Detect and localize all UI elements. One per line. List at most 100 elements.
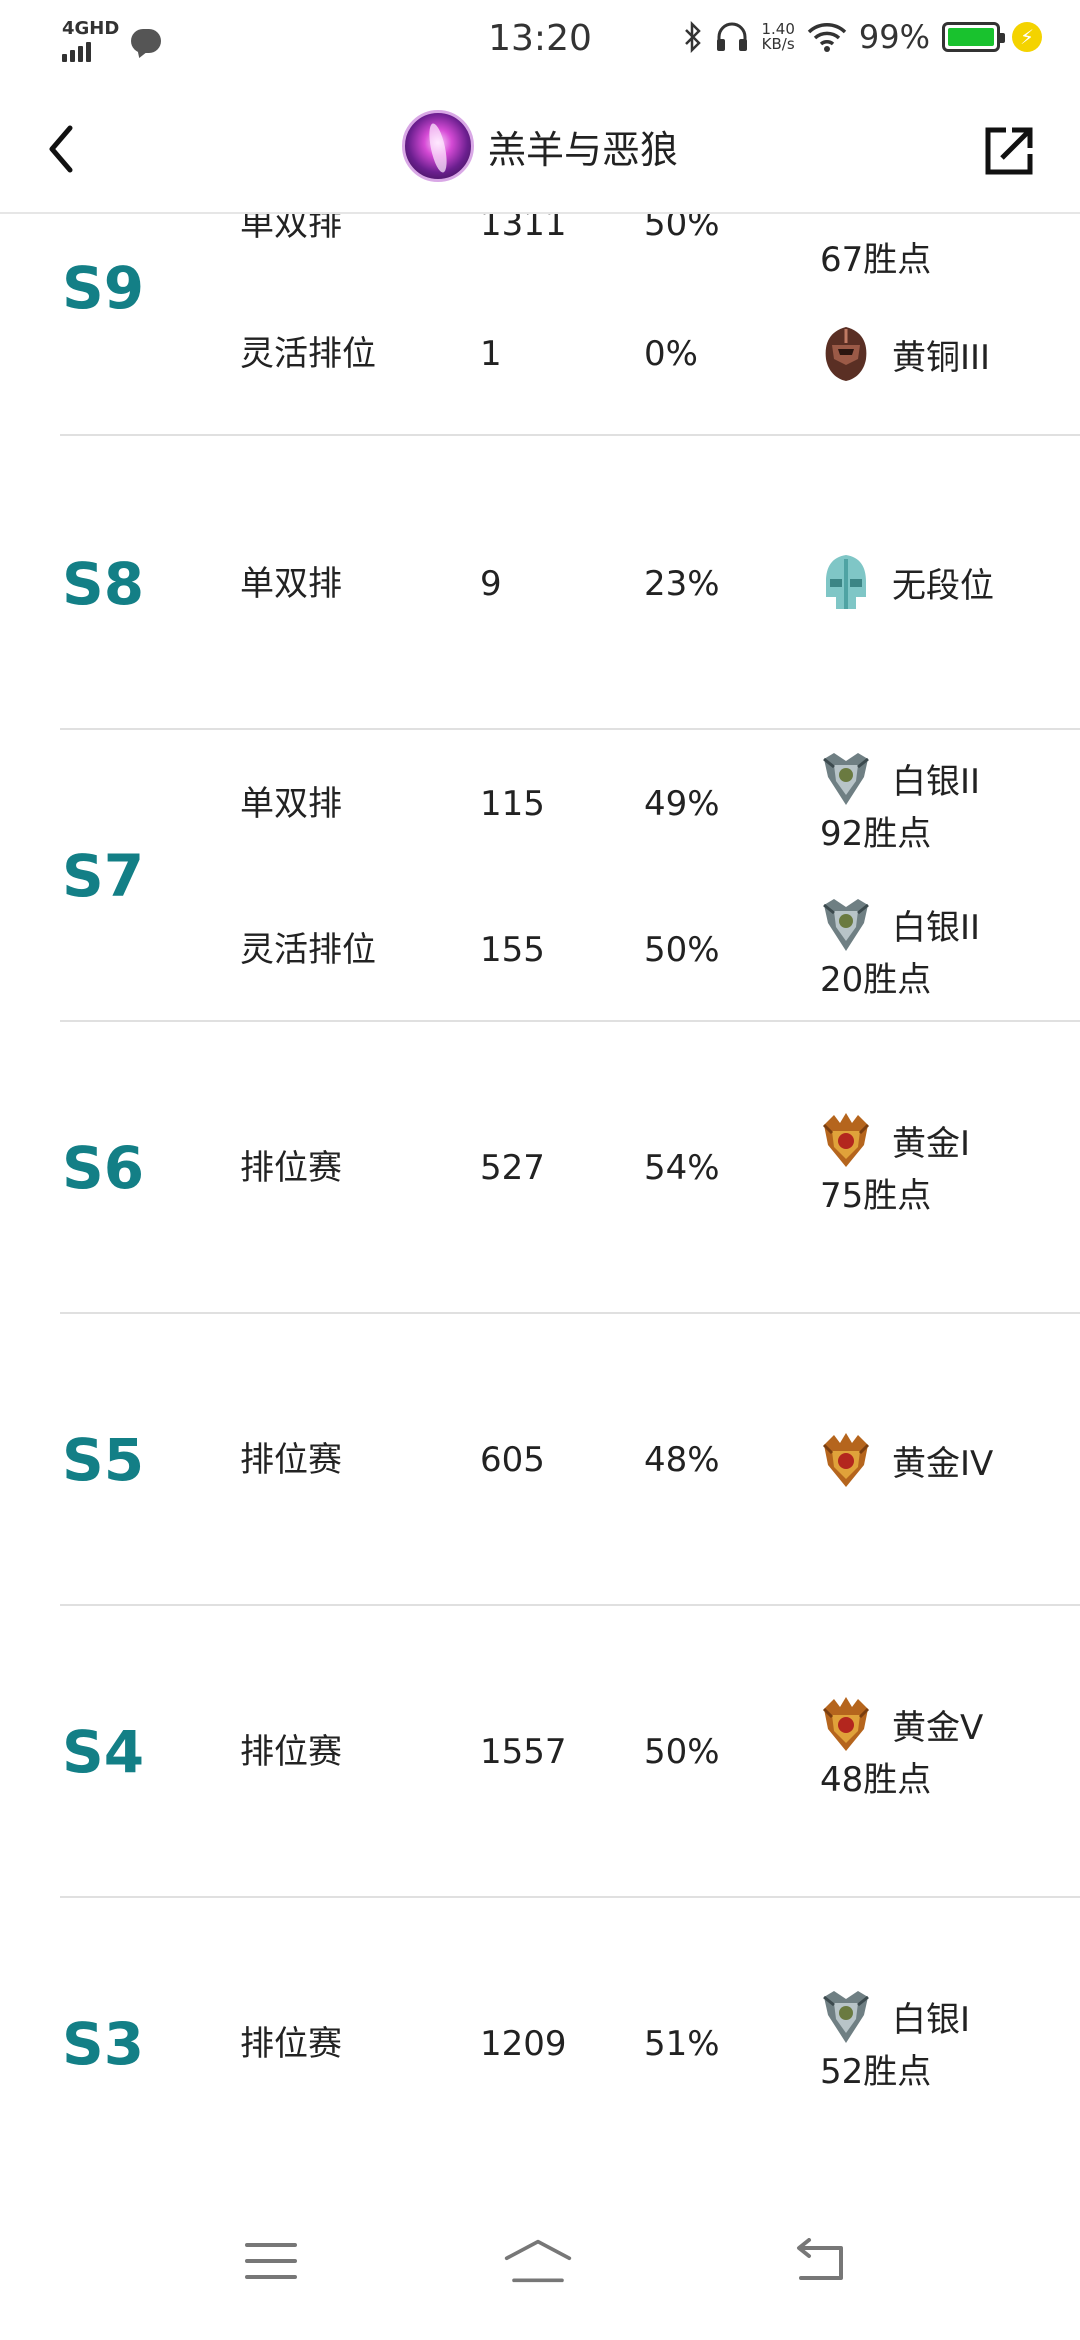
season-block-s4: S4 排位赛 1557 50% 黄金V 48胜点	[60, 1606, 1080, 1898]
back-nav-button[interactable]	[784, 2226, 854, 2296]
rank-line: 黄金IV	[820, 1430, 1080, 1490]
rank-name: 白银II	[892, 761, 981, 802]
season-block-s7: S7 单双排 115 49% 白银II 92胜点 灵活排位 155 50% 白银…	[60, 730, 1080, 1022]
queue-type: 灵活排位	[240, 930, 376, 970]
charging-icon: ⚡	[1012, 22, 1042, 52]
status-bar: 4GHD 13:20 1.40 KB/s 99% ⚡	[0, 0, 1080, 84]
silver-rank-icon	[823, 1991, 869, 2043]
rank-name: 白银I	[892, 1999, 971, 2040]
share-icon	[985, 127, 1033, 175]
queue-type: 排位赛	[240, 1440, 342, 1480]
gold-rank-icon	[822, 1697, 870, 1751]
rank-cell: 白银II 92胜点	[820, 748, 1080, 854]
games-played: 9	[480, 564, 502, 604]
rank-cell: 无段位	[820, 552, 1080, 612]
menu-icon	[245, 2243, 297, 2279]
queue-type: 排位赛	[240, 2024, 342, 2064]
rank-line: 黄金V	[820, 1694, 1080, 1754]
rank-name: 白银II	[892, 907, 981, 948]
rank-name: 黄金I	[892, 1123, 971, 1164]
avatar[interactable]	[401, 110, 474, 182]
queue-type: 排位赛	[240, 1148, 342, 1188]
season-label: S8	[62, 550, 145, 618]
games-played: 527	[480, 1148, 545, 1188]
silver-rank-icon	[823, 753, 869, 805]
season-block-s6: S6 排位赛 527 54% 黄金I 75胜点	[60, 1022, 1080, 1314]
win-rate: 48%	[644, 1440, 720, 1480]
app-header: 羔羊与恶狼	[0, 84, 1080, 214]
league-points: 48胜点	[820, 1760, 932, 1800]
gold-rank-icon	[822, 1113, 870, 1167]
home-icon	[504, 2239, 572, 2283]
page-title: 羔羊与恶狼	[487, 127, 678, 172]
rank-cell: 黄金V 48胜点	[820, 1694, 1080, 1800]
league-points: 67胜点	[820, 240, 932, 280]
rank-cell: 黄铜III	[820, 324, 1080, 384]
win-rate: 54%	[644, 1148, 720, 1188]
win-rate: 50%	[644, 214, 720, 244]
win-rate: 51%	[644, 2024, 720, 2064]
season-label: S6	[62, 1134, 145, 1202]
games-played: 115	[480, 784, 545, 824]
rank-line: 白银II	[820, 748, 1080, 808]
system-nav-bar	[0, 2186, 1080, 2340]
rank-line: 无段位	[820, 552, 1080, 612]
status-right: 1.40 KB/s 99% ⚡	[683, 18, 1042, 56]
league-points: 92胜点	[820, 814, 932, 854]
wifi-icon	[807, 23, 847, 52]
games-played: 1209	[480, 2024, 567, 2064]
queue-type: 灵活排位	[240, 334, 376, 374]
win-rate: 49%	[644, 784, 720, 824]
gold-rank-icon	[822, 1433, 870, 1487]
win-rate: 50%	[644, 1732, 720, 1772]
win-rate: 0%	[644, 334, 698, 374]
win-rate: 50%	[644, 930, 720, 970]
rank-cell: 黄金IV	[820, 1430, 1080, 1490]
rank-line: 白银I	[820, 1986, 1080, 2046]
home-nav-button[interactable]	[503, 2226, 573, 2296]
silver-rank-icon	[823, 899, 869, 951]
battery-icon	[942, 22, 1005, 52]
league-points: 20胜点	[820, 960, 932, 1000]
win-rate: 23%	[644, 564, 720, 604]
queue-type: 单双排	[240, 214, 342, 244]
games-played: 605	[480, 1440, 545, 1480]
games-played: 155	[480, 930, 545, 970]
league-points: 75胜点	[820, 1176, 932, 1216]
rank-name: 黄金V	[892, 1707, 984, 1748]
rank-line: 黄金I	[820, 1110, 1080, 1170]
rank-line: 白银II	[820, 894, 1080, 954]
bluetooth-icon	[685, 21, 702, 53]
bronze-rank-icon	[825, 327, 867, 381]
games-played: 1557	[480, 1732, 567, 1772]
queue-type: 单双排	[240, 784, 342, 824]
rank-line: 黄铜III	[820, 324, 1080, 384]
rank-name: 黄金IV	[892, 1443, 994, 1484]
network-speed: 1.40 KB/s	[761, 22, 794, 52]
battery-percent: 99%	[858, 18, 930, 56]
league-points: 52胜点	[820, 2052, 932, 2092]
return-icon	[797, 2238, 843, 2280]
season-block-s8: S8 单双排 9 23% 无段位	[60, 438, 1080, 730]
season-block-s5: S5 排位赛 605 48% 黄金IV	[60, 1314, 1080, 1606]
menu-nav-button[interactable]	[236, 2226, 306, 2296]
queue-type: 排位赛	[240, 1732, 342, 1772]
season-history-list[interactable]: S9 单双排 1311 50% 67胜点 灵活排位 1 0% 黄铜III S8 …	[0, 214, 1080, 2186]
queue-type: 单双排	[240, 564, 342, 604]
share-button[interactable]	[982, 124, 1036, 178]
season-block-s3: S3 排位赛 1209 51% 白银I 52胜点	[60, 1898, 1080, 2186]
rank-name: 无段位	[892, 565, 994, 606]
rank-cell: 黄金I 75胜点	[820, 1110, 1080, 1216]
header-center: 羔羊与恶狼	[0, 110, 1080, 182]
season-label: S9	[62, 254, 145, 322]
rank-name: 黄铜III	[892, 337, 991, 378]
season-label: S7	[62, 842, 145, 910]
season-block-s9: S9 单双排 1311 50% 67胜点 灵活排位 1 0% 黄铜III	[60, 214, 1080, 436]
season-label: S4	[62, 1718, 145, 1786]
battery-level	[948, 28, 994, 46]
rank-cell: 白银I 52胜点	[820, 1986, 1080, 2092]
games-played: 1311	[480, 214, 567, 244]
rank-cell: 67胜点	[820, 234, 1080, 280]
rank-cell: 白银II 20胜点	[820, 894, 1080, 1000]
unranked-rank-icon	[826, 555, 866, 609]
